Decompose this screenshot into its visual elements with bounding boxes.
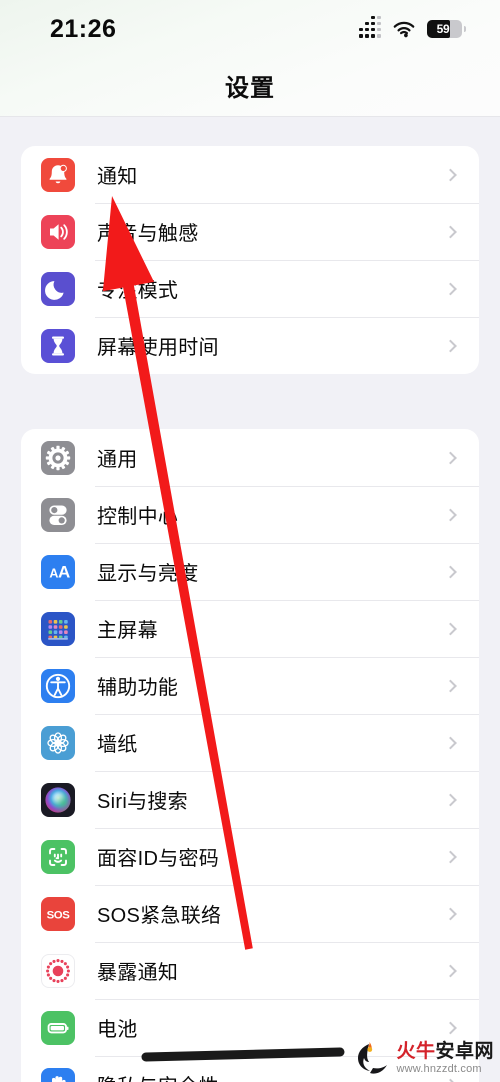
watermark-brand-red: 火牛 (396, 1040, 436, 1062)
svg-text:A: A (58, 562, 70, 581)
settings-row[interactable]: 通用 (21, 429, 479, 486)
wifi-icon (392, 21, 416, 38)
notifications-bell-icon (41, 157, 75, 192)
battery-percent-label: 59 (436, 22, 450, 36)
cellular-signal-icon (359, 15, 381, 38)
page-title: 设置 (225, 75, 275, 102)
accessibility-icon (41, 668, 75, 703)
settings-screen: 21:26 59 设置 通知 声音与触感 专注模式 屏幕使用时间 通用 控制中心… (0, 0, 500, 1082)
settings-row-label: 通知 (97, 166, 138, 188)
chevron-right-icon (444, 565, 457, 578)
battery-cap (463, 26, 466, 32)
status-bar-clock: 21:26 (50, 14, 117, 43)
settings-row-label: 屏幕使用时间 (97, 337, 219, 359)
settings-row-label: 主屏幕 (97, 620, 158, 642)
privacy-hand-icon (41, 1067, 75, 1082)
settings-row[interactable]: 墙纸 (21, 714, 479, 771)
settings-row[interactable]: 主屏幕 (21, 600, 479, 657)
chevron-right-icon (444, 225, 457, 238)
settings-row-label: 墙纸 (97, 734, 138, 756)
control-center-toggles-icon (41, 497, 75, 532)
display-brightness-aa-icon: A A (41, 554, 75, 589)
chevron-right-icon (444, 168, 457, 181)
navigation-header: 21:26 59 设置 (0, 0, 500, 117)
wallpaper-flower-icon (41, 725, 75, 760)
status-bar: 21:26 59 (0, 0, 500, 58)
settings-row-label: 显示与亮度 (97, 563, 199, 585)
chevron-right-icon (444, 1078, 457, 1082)
chevron-right-icon (444, 451, 457, 464)
settings-row[interactable]: SOS SOS紧急联络 (21, 885, 479, 942)
settings-row[interactable]: 辅助功能 (21, 657, 479, 714)
chevron-right-icon (444, 850, 457, 863)
siri-orb-icon (41, 782, 75, 817)
settings-row[interactable]: 通知 (21, 146, 479, 203)
chevron-right-icon (444, 964, 457, 977)
svg-text:SOS: SOS (47, 909, 71, 921)
settings-group-general: 通用 控制中心 A A 显示与亮度 主屏幕 辅助功能 墙纸 Siri与搜索 面容… (21, 429, 479, 1082)
chevron-right-icon (444, 793, 457, 806)
settings-row-label: 暴露通知 (97, 962, 179, 984)
chevron-right-icon (444, 907, 457, 920)
settings-row[interactable]: 控制中心 (21, 486, 479, 543)
settings-row-label: 隐私与安全性 (97, 1070, 219, 1082)
chevron-right-icon (444, 282, 457, 295)
torch-bull-logo-icon (358, 1042, 388, 1074)
exposure-notifications-icon (41, 953, 75, 988)
chevron-right-icon (444, 508, 457, 521)
settings-list[interactable]: 通知 声音与触感 专注模式 屏幕使用时间 通用 控制中心 A A 显示与亮度 主… (0, 117, 500, 1082)
settings-row-label: SOS紧急联络 (97, 905, 222, 927)
site-watermark: 火牛安卓网 www.hnzzdt.com (349, 1038, 494, 1078)
focus-moon-icon (41, 271, 75, 306)
settings-group-notifications: 通知 声音与触感 专注模式 屏幕使用时间 (21, 146, 479, 374)
settings-row-label: 面容ID与密码 (97, 848, 220, 870)
settings-row[interactable]: 屏幕使用时间 (21, 317, 479, 374)
watermark-url: www.hnzzdt.com (396, 1062, 482, 1075)
settings-row-label: 通用 (97, 449, 138, 471)
chevron-right-icon (444, 679, 457, 692)
face-id-icon (41, 839, 75, 874)
settings-row[interactable]: 专注模式 (21, 260, 479, 317)
watermark-brand-black: 安卓网 (435, 1040, 494, 1062)
settings-row[interactable]: 暴露通知 (21, 942, 479, 999)
home-screen-grid-icon (41, 611, 75, 646)
settings-row-label: 专注模式 (97, 280, 179, 302)
screen-time-hourglass-icon (41, 328, 75, 363)
chevron-right-icon (444, 736, 457, 749)
sound-haptics-speaker-icon (41, 214, 75, 249)
chevron-right-icon (444, 622, 457, 635)
settings-row[interactable]: A A 显示与亮度 (21, 543, 479, 600)
status-bar-indicators: 59 (359, 15, 466, 38)
chevron-right-icon (444, 1021, 457, 1034)
settings-row[interactable]: Siri与搜索 (21, 771, 479, 828)
general-gear-icon (41, 440, 75, 475)
settings-row-label: 辅助功能 (97, 677, 179, 699)
settings-row-label: 控制中心 (97, 506, 179, 528)
battery-settings-icon (41, 1010, 75, 1045)
settings-row[interactable]: 声音与触感 (21, 203, 479, 260)
battery-icon: 59 (427, 20, 466, 38)
settings-row-label: Siri与搜索 (97, 791, 188, 813)
sos-emergency-icon: SOS (41, 896, 75, 931)
settings-row-label: 电池 (97, 1019, 138, 1041)
settings-row-label: 声音与触感 (97, 223, 199, 245)
chevron-right-icon (444, 339, 457, 352)
settings-row[interactable]: 面容ID与密码 (21, 828, 479, 885)
